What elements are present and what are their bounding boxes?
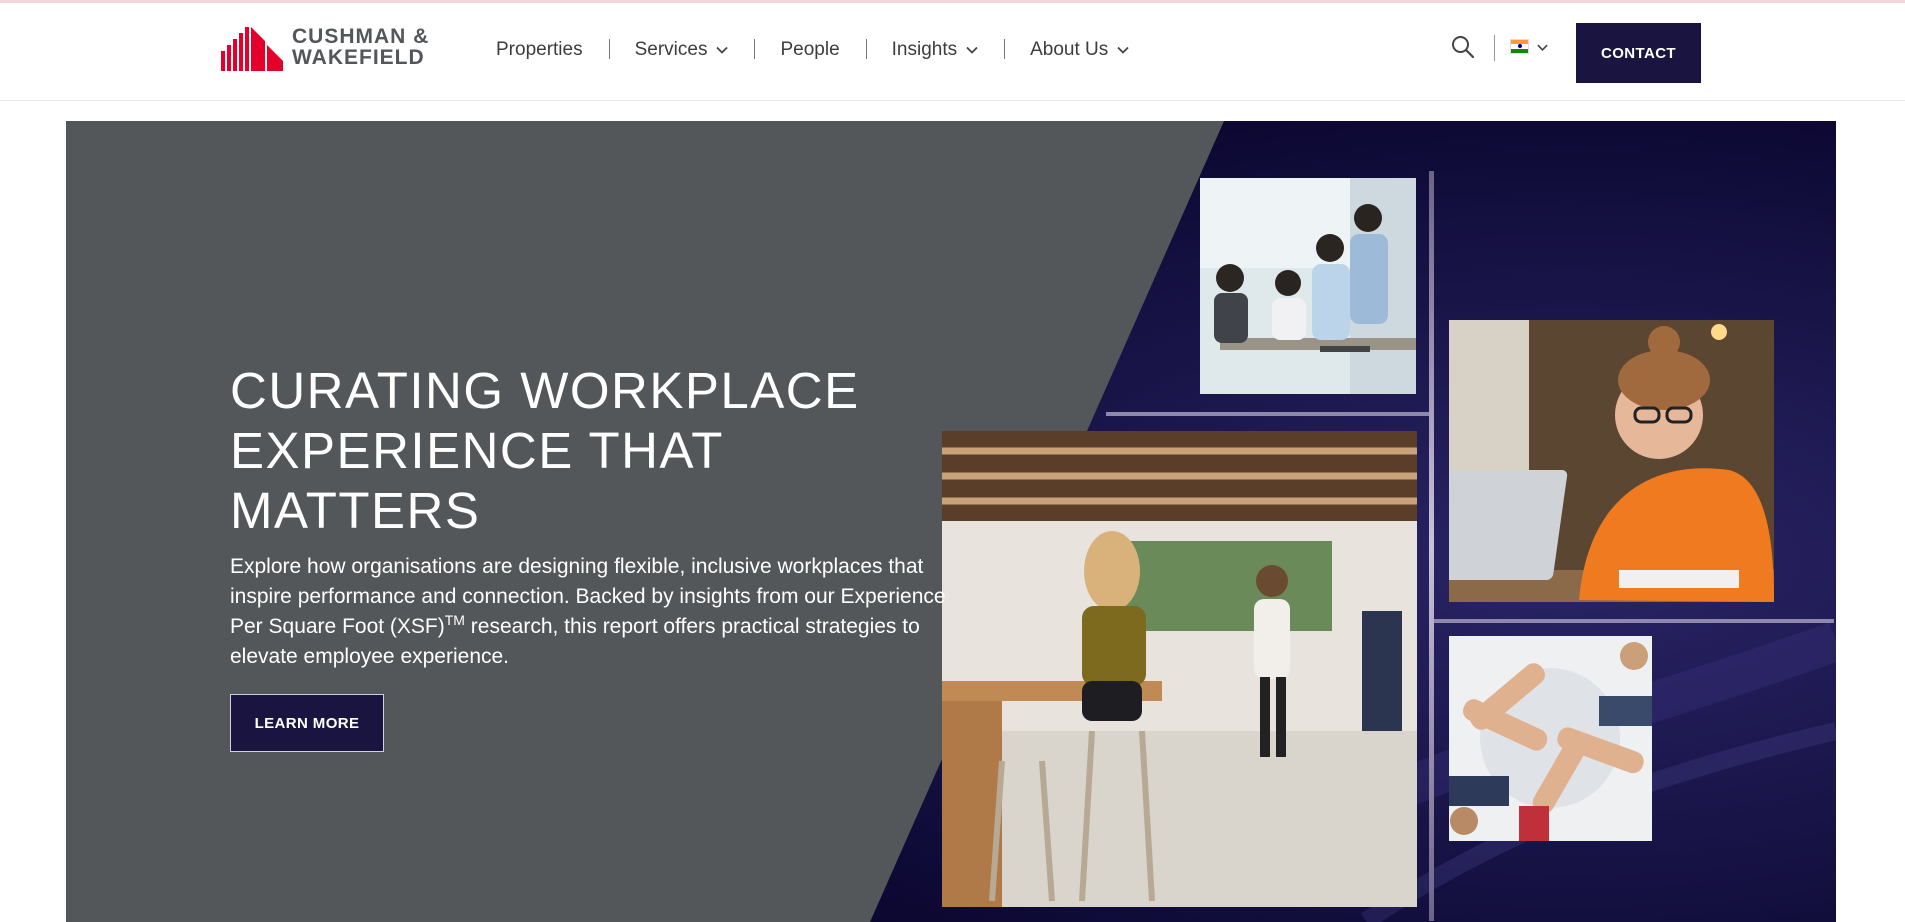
main-nav: Properties Services People Insights Abou… — [470, 33, 1155, 67]
chevron-down-icon — [966, 46, 978, 54]
contact-button[interactable]: CONTACT — [1576, 23, 1701, 83]
hero-headline: CURATING WORKPLACE EXPERIENCE THAT MATTE… — [230, 362, 860, 539]
search-icon[interactable] — [1450, 34, 1476, 60]
trademark-superscript: TM — [444, 612, 465, 628]
nav-services-label: Services — [634, 39, 708, 60]
frame-divider — [1434, 619, 1834, 623]
chevron-down-icon — [716, 46, 729, 54]
nav-insights-label: Insights — [891, 39, 958, 60]
logo-line-1: CUSHMAN & — [292, 25, 430, 48]
learn-more-button[interactable]: LEARN MORE — [230, 694, 384, 752]
logo-mark-icon — [221, 27, 283, 71]
team-hands-photo — [1449, 636, 1652, 841]
nav-properties[interactable]: Properties — [470, 37, 609, 63]
hero-description: Explore how organisations are designing … — [230, 552, 960, 672]
logo-line-2: WAKEFIELD — [292, 46, 425, 69]
woman-laptop-photo — [1449, 320, 1774, 602]
header-divider — [1494, 35, 1495, 61]
frame-divider — [1429, 171, 1434, 921]
cushman-wakefield-logo[interactable]: CUSHMAN & WAKEFIELD — [221, 21, 441, 73]
language-chevron-down-icon[interactable] — [1537, 42, 1548, 53]
nav-services[interactable]: Services — [608, 37, 755, 63]
nav-people[interactable]: People — [754, 37, 865, 63]
nav-people-label: People — [780, 39, 840, 60]
nav-properties-label: Properties — [496, 39, 583, 60]
logo-wordmark: CUSHMAN & WAKEFIELD — [292, 26, 429, 68]
nav-about-us[interactable]: About Us — [1004, 37, 1155, 63]
nav-insights[interactable]: Insights — [865, 37, 1004, 63]
office-cafe-photo — [942, 431, 1417, 907]
nav-about-us-label: About Us — [1030, 39, 1109, 60]
frame-divider — [1106, 412, 1429, 416]
chevron-down-icon — [1117, 46, 1129, 54]
india-flag-icon[interactable] — [1510, 39, 1529, 54]
site-header: CUSHMAN & WAKEFIELD Properties Services … — [0, 3, 1905, 101]
team-meeting-photo — [1200, 178, 1416, 394]
hero-banner: CURATING WORKPLACE EXPERIENCE THAT MATTE… — [66, 121, 1836, 922]
